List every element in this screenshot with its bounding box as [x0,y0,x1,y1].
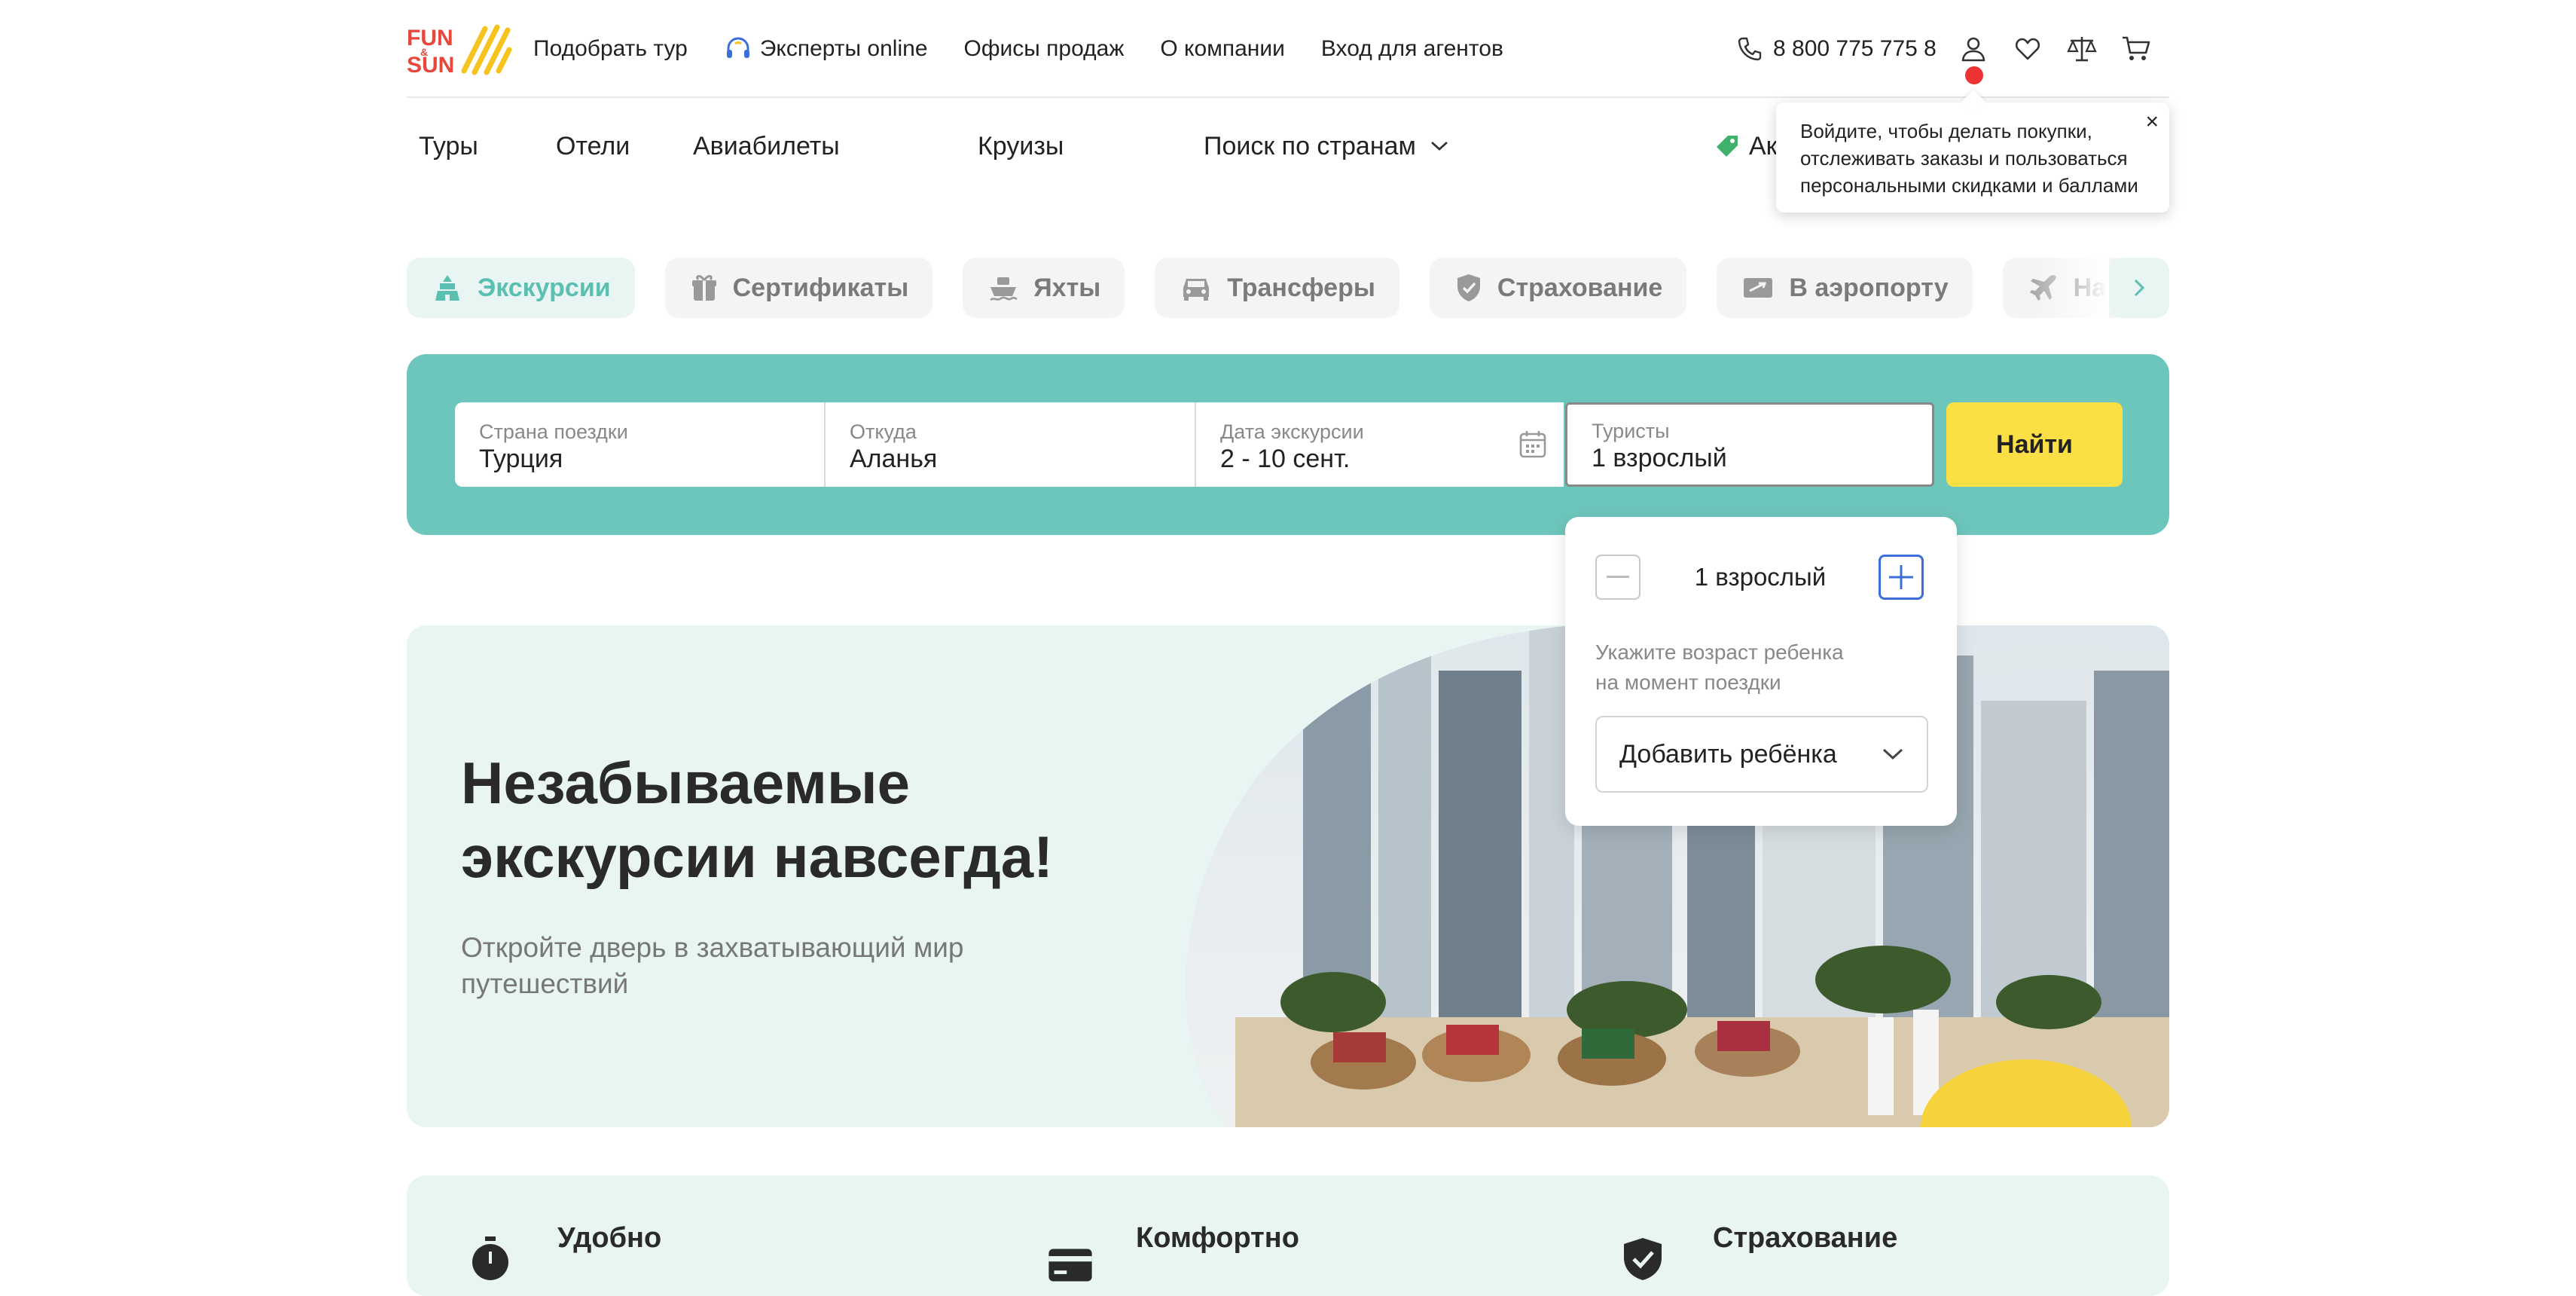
hero-title-line-2: экскурсии навсегда! [461,824,1054,890]
tab-excursions[interactable]: Экскурсии [407,258,635,318]
gift-icon [691,275,716,301]
nav-tours[interactable]: Туры [419,132,556,161]
tab-transfers[interactable]: Трансферы [1155,258,1399,318]
nav-flights[interactable]: Авиабилеты [693,132,978,161]
notification-dot [1965,66,1983,84]
chevron-right-icon [2134,279,2145,297]
tab-label: Сертификаты [732,273,909,302]
child-hint-line-2: на момент поездки [1595,671,1781,694]
feature-insurance: Страхование [1713,1222,1898,1254]
tab-label: Страхование [1497,273,1663,302]
from-value: Аланья [850,445,938,473]
category-tabs: Экскурсии Сертификаты Яхты Трансферы Стр… [407,258,2132,318]
top-link-about[interactable]: О компании [1160,36,1284,62]
phone-link[interactable]: 8 800 775 775 8 [1737,30,1937,68]
yacht-icon [990,277,1018,301]
add-child-label: Добавить ребёнка [1619,739,1837,769]
hero-title: Незабываемые экскурсии навсегда! [461,746,1053,894]
country-field[interactable]: Страна поездки Турция [455,402,824,487]
header-divider [407,96,2169,98]
svg-text:SUN: SUN [407,53,454,75]
excursion-icon [435,275,459,301]
tooltip-line-3: персональными скидками и баллами [1800,174,2138,197]
top-link-offices[interactable]: Офисы продаж [964,36,1125,62]
main-nav: Туры Отели Авиабилеты Круизы Поиск по ст… [419,127,1449,166]
nav-hotels[interactable]: Отели [556,132,693,161]
nav-promo-label: Ак [1749,131,1778,160]
compare-scales-icon[interactable] [2062,29,2101,69]
stopwatch-icon [472,1236,508,1280]
nav-countries[interactable]: Поиск по странам [1204,132,1449,161]
login-tooltip: Войдите, чтобы делать покупки, отслежива… [1776,102,2169,212]
calendar-icon [1519,431,1546,458]
from-field[interactable]: Откуда Аланья [826,402,1195,487]
tab-certificates[interactable]: Сертификаты [664,258,933,318]
top-link-agents[interactable]: Вход для агентов [1321,36,1503,62]
credit-card-icon [1048,1249,1092,1282]
heart-icon[interactable] [2008,29,2047,69]
increase-adults-button[interactable] [1879,555,1924,600]
phone-number: 8 800 775 775 8 [1773,36,1937,61]
hero-subtitle: Откройте дверь в захватывающий мир путеш… [461,930,1003,1002]
tooltip-line-1: Войдите, чтобы делать покупки, [1800,120,2092,142]
tourists-label: Туристы [1592,420,1670,442]
top-link-tour[interactable]: Подобрать тур [533,36,688,62]
tab-label: Трансферы [1227,273,1375,302]
cart-icon[interactable] [2117,29,2156,69]
car-icon [1183,279,1210,301]
shield-icon [1457,274,1480,301]
from-label: Откуда [850,420,917,443]
tourists-field[interactable]: Туристы 1 взрослый [1565,402,1934,487]
shield-check-icon [1624,1238,1662,1280]
hero-title-line-1: Незабываемые [461,750,910,816]
feature-comfortable: Комфортно [1136,1222,1299,1254]
country-value: Турция [479,445,563,473]
hero-subtitle-line-2: путешествий [461,968,629,999]
tabs-next-button[interactable] [2109,258,2169,318]
hero-subtitle-line-1: Откройте дверь в захватывающий мир [461,932,964,963]
close-icon[interactable]: × [2145,109,2159,136]
phone-icon [1738,37,1762,61]
top-link-experts[interactable]: Эксперты online [724,35,928,63]
tab-yachts[interactable]: Яхты [963,258,1125,318]
nav-cruises[interactable]: Круизы [978,132,1204,161]
tab-label: Яхты [1033,273,1101,302]
find-button[interactable]: Найти [1946,402,2123,487]
adults-count: 1 взрослый [1694,563,1827,591]
header-actions [1954,29,2156,69]
tab-insurance[interactable]: Страхование [1429,258,1687,318]
chevron-down-icon [1882,748,1903,760]
nav-countries-label: Поиск по странам [1204,131,1416,160]
country-label: Страна поездки [479,420,628,443]
tabs-fade [2034,258,2109,318]
tag-icon [1717,136,1738,157]
child-hint-line-1: Укажите возраст ребенка [1595,640,1844,664]
top-nav: Подобрать тур Эксперты online Офисы прод… [533,30,1503,68]
date-value: 2 - 10 сент. [1220,445,1351,473]
tooltip-line-2: отслеживать заказы и пользоваться [1800,147,2128,170]
nav-promo[interactable]: Ак [1714,127,1778,166]
user-icon[interactable] [1954,29,1993,69]
experts-label: Эксперты online [759,36,928,61]
decrease-adults-button[interactable] [1595,555,1641,600]
tab-airport[interactable]: В аэропорту [1717,258,1973,318]
tourists-value: 1 взрослый [1592,444,1727,472]
plus-icon [1889,565,1913,589]
date-label: Дата экскурсии [1220,420,1364,443]
child-age-hint: Укажите возраст ребенка на момент поездк… [1595,637,1897,698]
minus-icon [1607,576,1629,578]
fun-sun-logo[interactable]: FUN & SUN [407,23,512,78]
tab-label: В аэропорту [1789,273,1949,302]
date-field[interactable]: Дата экскурсии 2 - 10 сент. [1196,402,1564,487]
svg-text:FUN: FUN [407,26,453,50]
ticket-icon [1744,278,1773,298]
tab-label: Экскурсии [478,273,611,302]
chevron-down-icon [1430,141,1448,151]
add-child-select[interactable]: Добавить ребёнка [1595,716,1928,793]
feature-convenient: Удобно [557,1222,662,1254]
headset-icon [726,37,749,58]
